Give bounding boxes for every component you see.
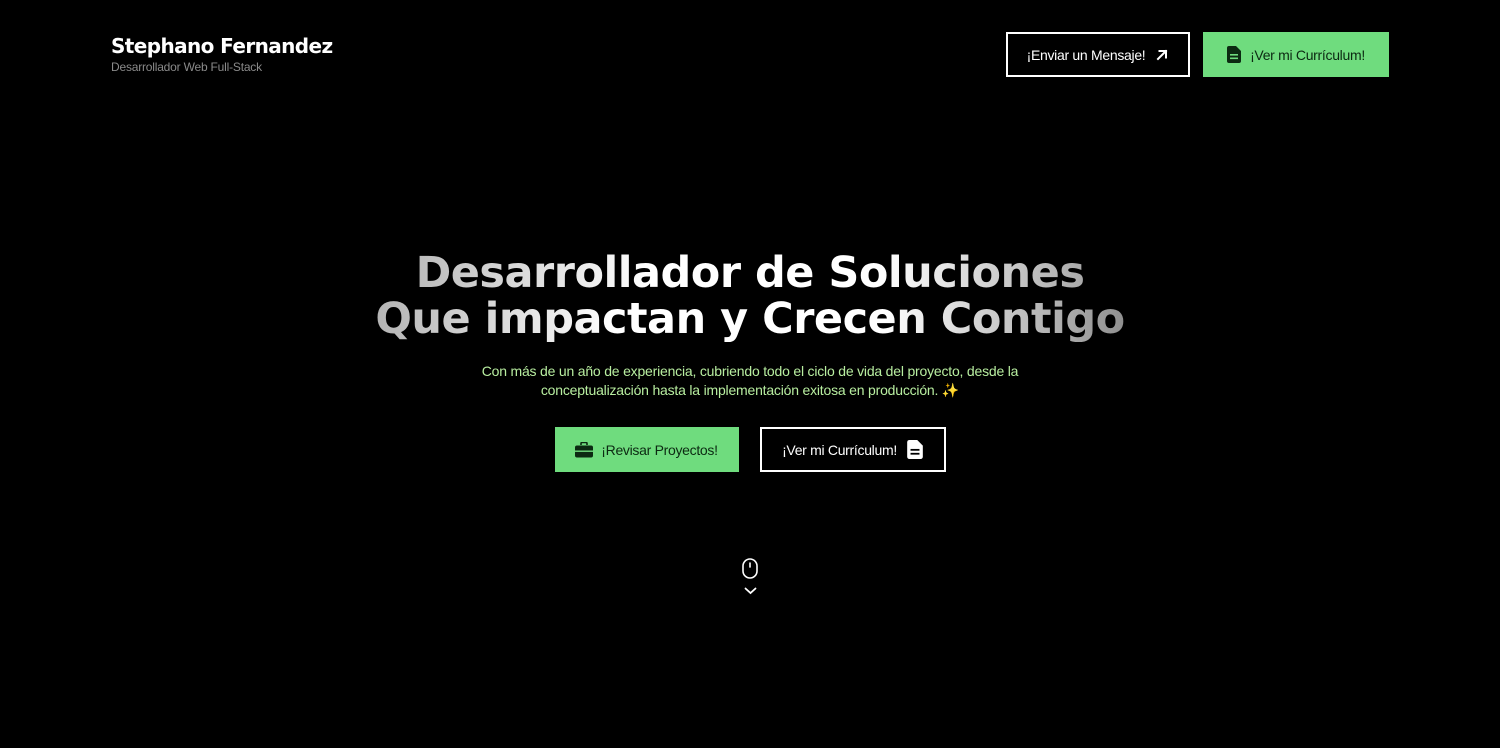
subtitle-line-1: Con más de un año de experiencia, cubrie… xyxy=(481,363,1019,379)
hero: Desarrollador de Soluciones Que impactan… xyxy=(0,250,1500,472)
brand: Stephano Fernandez Desarrollador Web Ful… xyxy=(111,34,333,74)
review-projects-button[interactable]: ¡Revisar Proyectos! xyxy=(554,427,739,472)
view-cv-button-header[interactable]: ¡Ver mi Currículum! xyxy=(1203,32,1389,77)
headline-line-2: Que impactan y Crecen Contigo xyxy=(375,294,1125,344)
hero-headline: Desarrollador de Soluciones Que impactan… xyxy=(0,250,1500,342)
document-icon xyxy=(907,440,923,459)
mouse-icon xyxy=(740,558,760,579)
header-actions: ¡Enviar un Mensaje! ¡Ver mi Currículum! xyxy=(1006,32,1389,77)
headline-line-1: Desarrollador de Soluciones xyxy=(415,248,1085,298)
hero-subtitle: Con más de un año de experiencia, cubrie… xyxy=(470,362,1030,400)
scroll-indicator[interactable] xyxy=(740,558,760,595)
view-cv-label-header: ¡Ver mi Currículum! xyxy=(1250,46,1365,63)
send-message-button[interactable]: ¡Enviar un Mensaje! xyxy=(1006,32,1190,77)
page: Stephano Fernandez Desarrollador Web Ful… xyxy=(0,0,1500,748)
brand-name: Stephano Fernandez xyxy=(111,34,333,58)
document-icon xyxy=(1227,46,1242,63)
send-message-label: ¡Enviar un Mensaje! xyxy=(1026,46,1146,63)
subtitle-line-2: conceptualización hasta la implementació… xyxy=(540,382,960,398)
brand-role: Desarrollador Web Full-Stack xyxy=(111,60,262,74)
chevron-down-icon xyxy=(740,587,760,595)
arrow-up-right-icon xyxy=(1155,48,1169,62)
briefcase-icon xyxy=(575,441,594,458)
view-cv-button-hero[interactable]: ¡Ver mi Currículum! xyxy=(759,427,946,472)
hero-actions: ¡Revisar Proyectos! ¡Ver mi Currículum! xyxy=(0,427,1500,472)
view-cv-label-hero: ¡Ver mi Currículum! xyxy=(782,441,897,458)
review-projects-label: ¡Revisar Proyectos! xyxy=(601,441,718,458)
